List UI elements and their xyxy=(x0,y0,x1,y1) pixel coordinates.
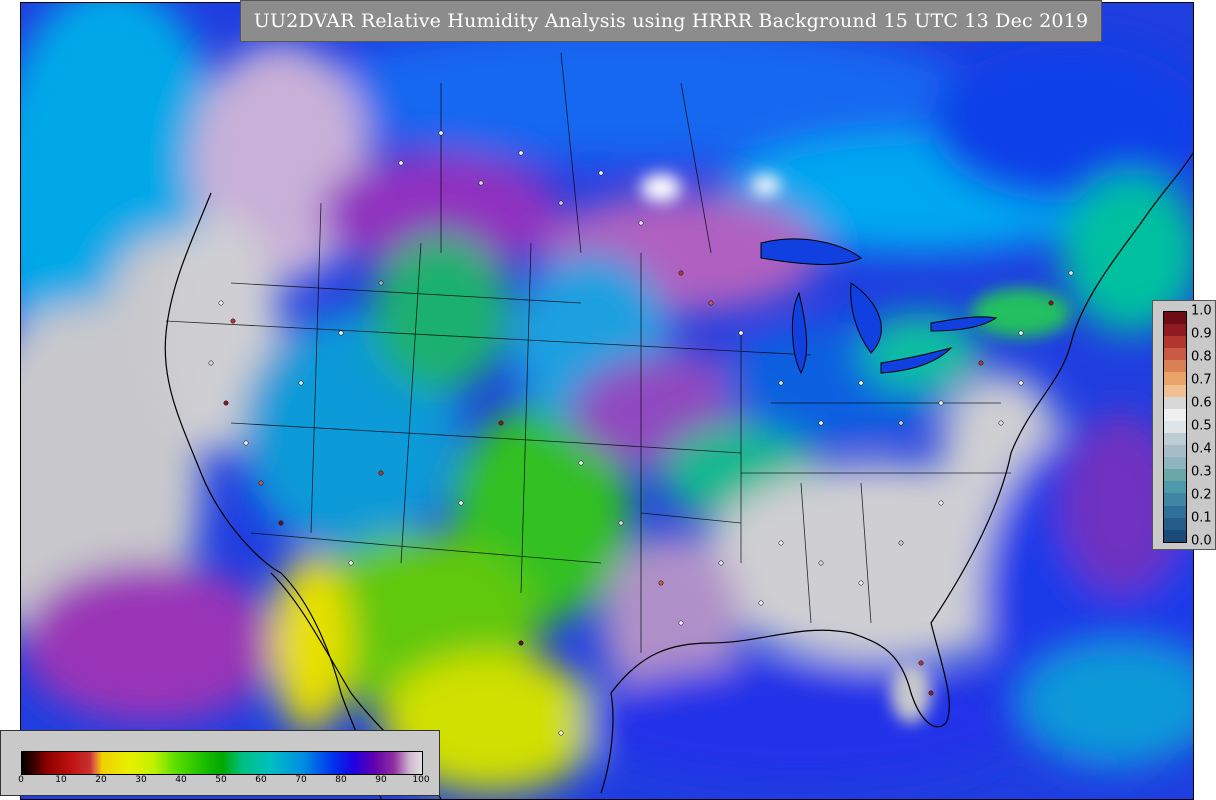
map-canvas xyxy=(21,3,1193,799)
obs-colorbar-segment xyxy=(1164,360,1186,373)
obs-colorbar-segment xyxy=(1164,505,1186,518)
obs-colorbar-tick: 1.0 xyxy=(1191,303,1212,319)
obs-colorbar-segment xyxy=(1164,348,1186,361)
obs-colorbar: 1.0 0.9 0.8 0.7 0.6 0.5 0.4 0.3 0.2 0.1 0.0 xyxy=(1152,300,1216,550)
obs-colorbar-tick: 0.2 xyxy=(1191,487,1212,503)
rh-colorbar-tick: 40 xyxy=(175,775,187,785)
obs-colorbar-segment xyxy=(1164,384,1186,397)
obs-colorbar-tick: 0.1 xyxy=(1191,510,1212,526)
obs-colorbar-segment xyxy=(1164,445,1186,458)
obs-colorbar-tick: 0.0 xyxy=(1191,533,1212,549)
obs-colorbar-segment xyxy=(1164,517,1186,530)
humidity-map xyxy=(20,2,1194,800)
obs-colorbar-segment xyxy=(1164,432,1186,446)
obs-colorbar-segment xyxy=(1164,324,1186,337)
rh-colorbar-tick: 60 xyxy=(255,775,267,785)
obs-colorbar-tick: 0.5 xyxy=(1191,418,1212,434)
obs-colorbar-segment xyxy=(1164,469,1186,482)
rh-colorbar-tick: 90 xyxy=(375,775,387,785)
obs-colorbar-gradient xyxy=(1163,311,1187,543)
obs-colorbar-segment xyxy=(1164,420,1186,433)
rh-colorbar-tick: 50 xyxy=(215,775,227,785)
rh-colorbar-tick: 80 xyxy=(335,775,347,785)
obs-colorbar-segment xyxy=(1164,336,1186,349)
rh-colorbar-tick: 20 xyxy=(95,775,107,785)
obs-colorbar-tick: 0.7 xyxy=(1191,372,1212,388)
rh-colorbar-tick: 100 xyxy=(412,775,430,785)
obs-colorbar-tick: 0.6 xyxy=(1191,395,1212,411)
rh-colorbar-tick: 70 xyxy=(295,775,307,785)
obs-colorbar-tick: 0.4 xyxy=(1191,441,1212,457)
rh-colorbar-tick: 30 xyxy=(135,775,147,785)
rh-colorbar-tick: 0 xyxy=(18,775,24,785)
obs-colorbar-tick: 0.8 xyxy=(1191,349,1212,365)
obs-colorbar-segment xyxy=(1164,481,1186,494)
obs-colorbar-segment xyxy=(1164,457,1186,470)
rh-colorbar-gradient xyxy=(21,751,423,775)
obs-colorbar-segment xyxy=(1164,396,1186,409)
rh-colorbar: 0 10 20 30 40 50 60 70 80 90 100 xyxy=(0,730,440,796)
obs-colorbar-tick: 0.3 xyxy=(1191,464,1212,480)
obs-colorbar-segment xyxy=(1164,493,1186,506)
obs-colorbar-segment xyxy=(1164,312,1186,325)
obs-colorbar-segment xyxy=(1164,408,1186,421)
obs-colorbar-segment xyxy=(1164,372,1186,385)
map-title: UU2DVAR Relative Humidity Analysis using… xyxy=(240,0,1102,42)
obs-colorbar-segment xyxy=(1164,529,1186,542)
obs-colorbar-tick: 0.9 xyxy=(1191,326,1212,342)
rh-colorbar-tick: 10 xyxy=(55,775,67,785)
